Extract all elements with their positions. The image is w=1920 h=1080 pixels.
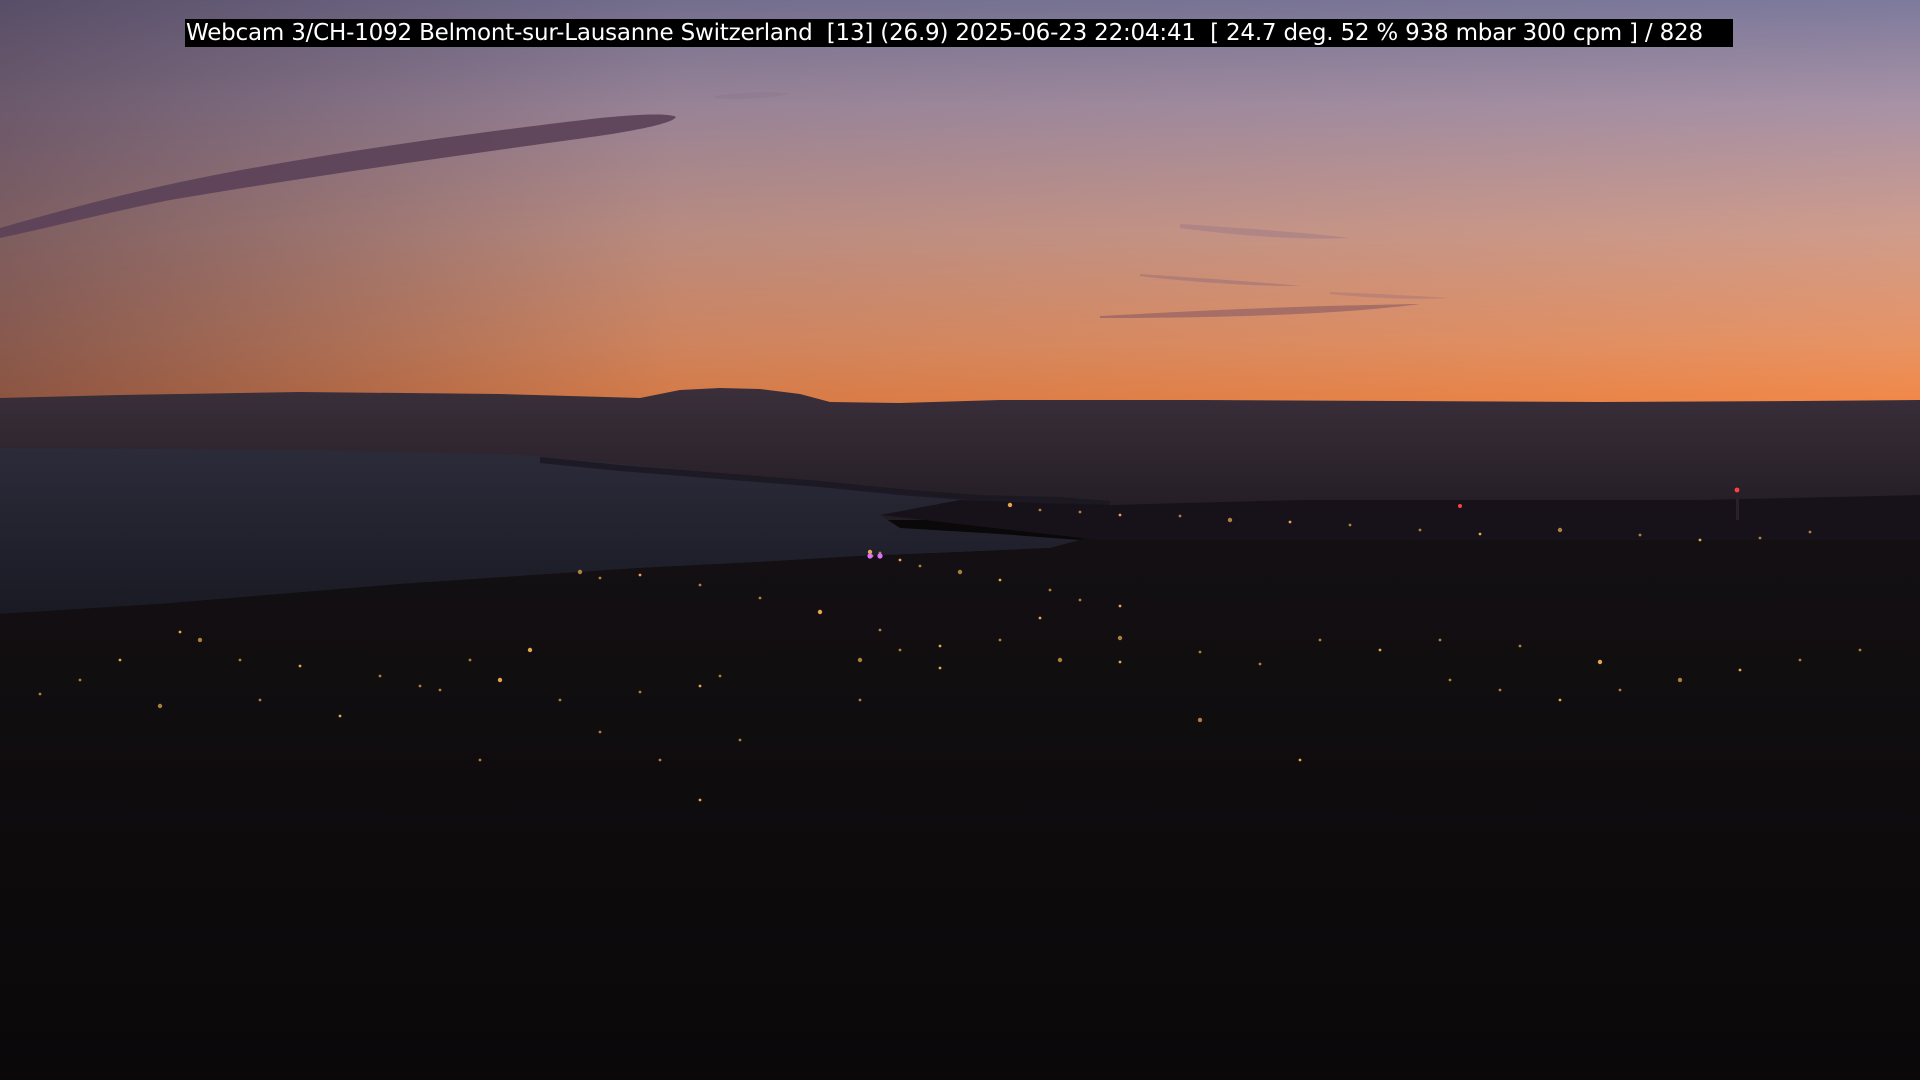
town-light — [1178, 514, 1182, 518]
town-light — [858, 698, 862, 702]
town-light — [468, 658, 472, 662]
town-light — [638, 573, 642, 577]
town-light — [718, 674, 722, 678]
town-light — [1057, 657, 1063, 663]
town-light — [1318, 638, 1322, 642]
town-light — [1078, 598, 1082, 602]
town-light — [378, 674, 382, 678]
town-light — [1117, 635, 1123, 641]
town-light — [478, 758, 482, 762]
town-light — [1348, 523, 1352, 527]
town-light — [998, 638, 1002, 642]
town-light — [1478, 532, 1482, 536]
town-light — [1118, 513, 1122, 517]
town-light — [577, 569, 583, 575]
town-light — [1197, 717, 1203, 723]
town-light — [298, 664, 302, 668]
magenta-light — [867, 553, 873, 559]
town-light — [558, 698, 562, 702]
town-light — [1198, 650, 1202, 654]
town-light — [918, 564, 922, 568]
town-light — [1118, 660, 1122, 664]
town-light — [598, 576, 602, 580]
town-light — [938, 666, 942, 670]
webcam-caption: Webcam 3/CH-1092 Belmont-sur-Lausanne Sw… — [185, 19, 1733, 47]
town-light — [698, 583, 702, 587]
town-light — [1448, 678, 1452, 682]
tower-light — [1734, 487, 1740, 493]
town-light — [418, 684, 422, 688]
town-light — [258, 698, 262, 702]
town-light — [1518, 644, 1522, 648]
town-light — [178, 630, 182, 634]
town-light — [1048, 588, 1052, 592]
webcam-image — [0, 0, 1920, 1080]
town-light — [1078, 510, 1082, 514]
town-light — [817, 609, 823, 615]
town-light — [1007, 502, 1013, 508]
town-light — [1798, 658, 1802, 662]
town-light — [438, 688, 442, 692]
town-light — [157, 703, 163, 709]
town-light — [658, 758, 662, 762]
town-light — [1298, 758, 1302, 762]
town-light — [1808, 530, 1812, 534]
town-light — [1557, 527, 1563, 533]
town-light — [738, 738, 742, 742]
town-light — [1698, 538, 1702, 542]
town-light — [698, 798, 702, 802]
town-light — [238, 658, 242, 662]
tower-light — [1458, 504, 1462, 508]
town-light — [638, 690, 642, 694]
town-light — [78, 678, 82, 682]
town-light — [898, 558, 902, 562]
town-light — [1498, 688, 1502, 692]
town-light — [1597, 659, 1603, 665]
town-light — [1288, 520, 1292, 524]
tower-silhouette — [1736, 490, 1739, 520]
town-light — [497, 677, 503, 683]
town-light — [1438, 638, 1442, 642]
town-light — [598, 730, 602, 734]
town-light — [758, 596, 762, 600]
sky-shade — [0, 0, 1920, 420]
town-light — [1227, 517, 1233, 523]
town-light — [1638, 533, 1642, 537]
town-light — [1677, 677, 1683, 683]
town-light — [957, 569, 963, 575]
town-light — [878, 628, 882, 632]
town-light — [1618, 688, 1622, 692]
town-light — [1558, 698, 1562, 702]
town-light — [1738, 668, 1742, 672]
town-light — [1378, 648, 1382, 652]
town-light — [1118, 604, 1122, 608]
town-light — [1758, 536, 1762, 540]
town-light — [38, 692, 42, 696]
town-light — [938, 644, 942, 648]
town-light — [1038, 616, 1042, 620]
town-light — [527, 647, 533, 653]
town-light — [1418, 528, 1422, 532]
town-light — [197, 637, 203, 643]
town-light — [338, 714, 342, 718]
town-light — [998, 578, 1002, 582]
town-light — [118, 658, 122, 662]
town-light — [1258, 662, 1262, 666]
town-light — [857, 657, 863, 663]
town-light — [698, 684, 702, 688]
town-light — [898, 648, 902, 652]
town-light — [1038, 508, 1042, 512]
webcam-frame: Webcam 3/CH-1092 Belmont-sur-Lausanne Sw… — [0, 0, 1920, 1080]
magenta-light — [877, 553, 883, 559]
town-light — [1858, 648, 1862, 652]
